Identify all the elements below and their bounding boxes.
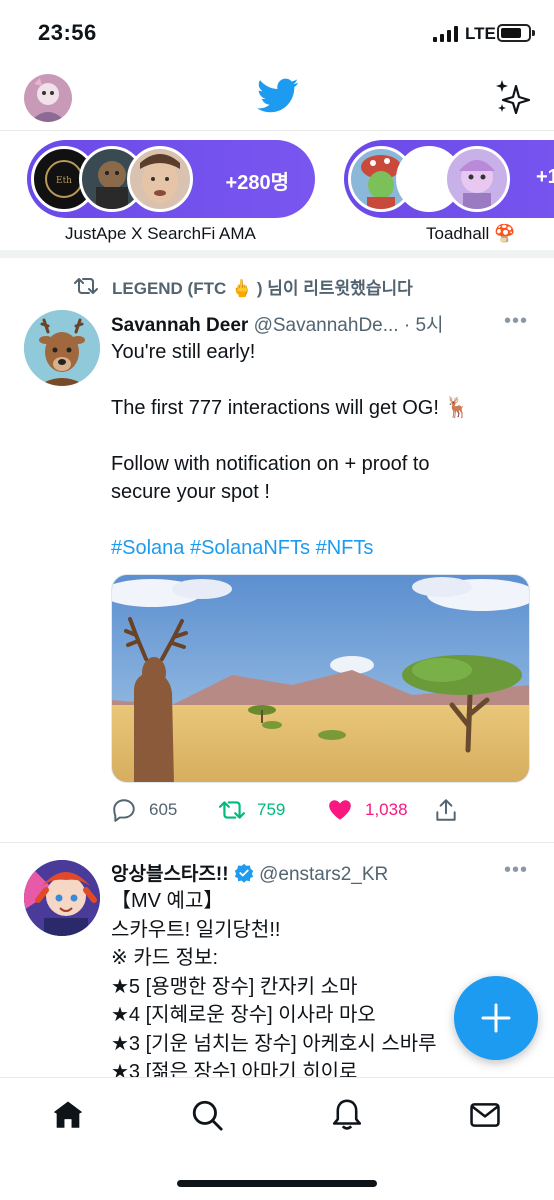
reply-count: 605: [149, 800, 178, 819]
tweet-line: The first 777 interactions will get OG! …: [111, 397, 470, 419]
tweet-line: 【MV 예고】: [111, 890, 224, 912]
heart-icon: [329, 800, 351, 820]
tweet-line: secure your spot !: [111, 481, 270, 503]
notifications-bell-icon[interactable]: [330, 1098, 364, 1132]
author-name[interactable]: 앙상블스타즈!!: [111, 864, 229, 885]
top-header: [0, 64, 554, 131]
space-title: Toadhall 🍄: [426, 224, 516, 243]
reply-button[interactable]: 605: [111, 795, 177, 825]
tweet-line: [111, 422, 521, 450]
space-card-toadhall[interactable]: +1: [344, 140, 554, 218]
hashtags[interactable]: #Solana #SolanaNFTs #NFTs: [111, 534, 521, 562]
tweet-line: [111, 506, 521, 534]
status-bar: 23:56 LTE: [0, 0, 554, 64]
author-handle[interactable]: @enstars2_KR: [259, 864, 388, 885]
tweet-line: Follow with notification on + proof to: [111, 453, 430, 475]
twitter-bird-icon[interactable]: [257, 78, 299, 114]
reply-icon: [113, 799, 135, 822]
messages-envelope-icon[interactable]: [468, 1098, 502, 1132]
tweet-savannah-deer[interactable]: LEGEND (FTC 🖕 ) 님이 리트윗했습니다 Savannah Deer…: [0, 258, 554, 842]
svg-text:Eth: Eth: [56, 176, 72, 186]
like-count: 1,038: [365, 800, 408, 819]
tweet-line: You're still early!: [111, 341, 256, 363]
space-host-avatar: [127, 146, 193, 212]
space-listener-count: +280명: [225, 172, 289, 194]
tweet-image[interactable]: [111, 574, 530, 783]
retweet-icon: [74, 278, 98, 294]
space-listener-count: +1: [536, 166, 554, 188]
space-host-avatar: [444, 146, 510, 212]
tweet-line: 스카우트! 일기당천!!: [111, 918, 281, 941]
tweet-text: 【MV 예고】 스카우트! 일기당천!! ※ 카드 정보: ★5 [용맹한 장수…: [111, 887, 521, 1077]
avatar[interactable]: [24, 860, 100, 936]
home-icon[interactable]: [51, 1098, 85, 1132]
like-button[interactable]: 1,038: [327, 795, 408, 825]
profile-avatar[interactable]: [24, 74, 72, 122]
sparkle-icon[interactable]: [494, 78, 532, 116]
author-name[interactable]: Savannah Deer: [111, 315, 248, 336]
more-options-button[interactable]: •••: [504, 310, 528, 333]
tweet-line: [111, 366, 521, 394]
tweet-time[interactable]: · 5시: [404, 315, 444, 336]
tweet-text: You're still early! The first 777 intera…: [111, 338, 521, 562]
more-options-button[interactable]: •••: [504, 859, 528, 882]
tweet-header: Savannah Deer @SavannahDe... · 5시: [111, 310, 444, 337]
plus-icon: [481, 1003, 511, 1033]
retweet-button[interactable]: 759: [219, 795, 285, 825]
retweet-icon: [219, 801, 245, 819]
network-label: LTE: [465, 24, 496, 43]
avatar[interactable]: [24, 310, 100, 386]
share-icon: [436, 799, 456, 821]
retweet-count: 759: [257, 800, 286, 819]
status-time: 23:56: [38, 20, 97, 45]
compose-tweet-button[interactable]: [454, 976, 538, 1060]
search-icon[interactable]: [190, 1098, 224, 1132]
tweet-line: ※ 카드 정보:: [111, 947, 219, 969]
tweet-actions: 605 759 1,038: [111, 795, 521, 825]
space-title: JustApe X SearchFi AMA: [65, 224, 256, 243]
tweet-line: ★3 [젊은 장수] 아마기 히이로: [111, 1061, 358, 1077]
share-button[interactable]: [433, 795, 459, 825]
home-indicator: [177, 1180, 377, 1187]
verified-badge-icon: [234, 863, 253, 883]
space-card-justape[interactable]: Eth +280명: [27, 140, 315, 218]
battery-icon: [497, 24, 535, 42]
spaces-row: Eth +280명 JustApe X SearchFi AMA +1 Toad…: [0, 132, 554, 258]
retweet-attribution[interactable]: LEGEND (FTC 🖕 ) 님이 리트윗했습니다: [112, 274, 413, 299]
tweet-header: 앙상블스타즈!! @enstars2_KR: [111, 859, 388, 886]
author-handle[interactable]: @SavannahDe...: [254, 315, 399, 336]
signal-icon: [433, 26, 458, 42]
